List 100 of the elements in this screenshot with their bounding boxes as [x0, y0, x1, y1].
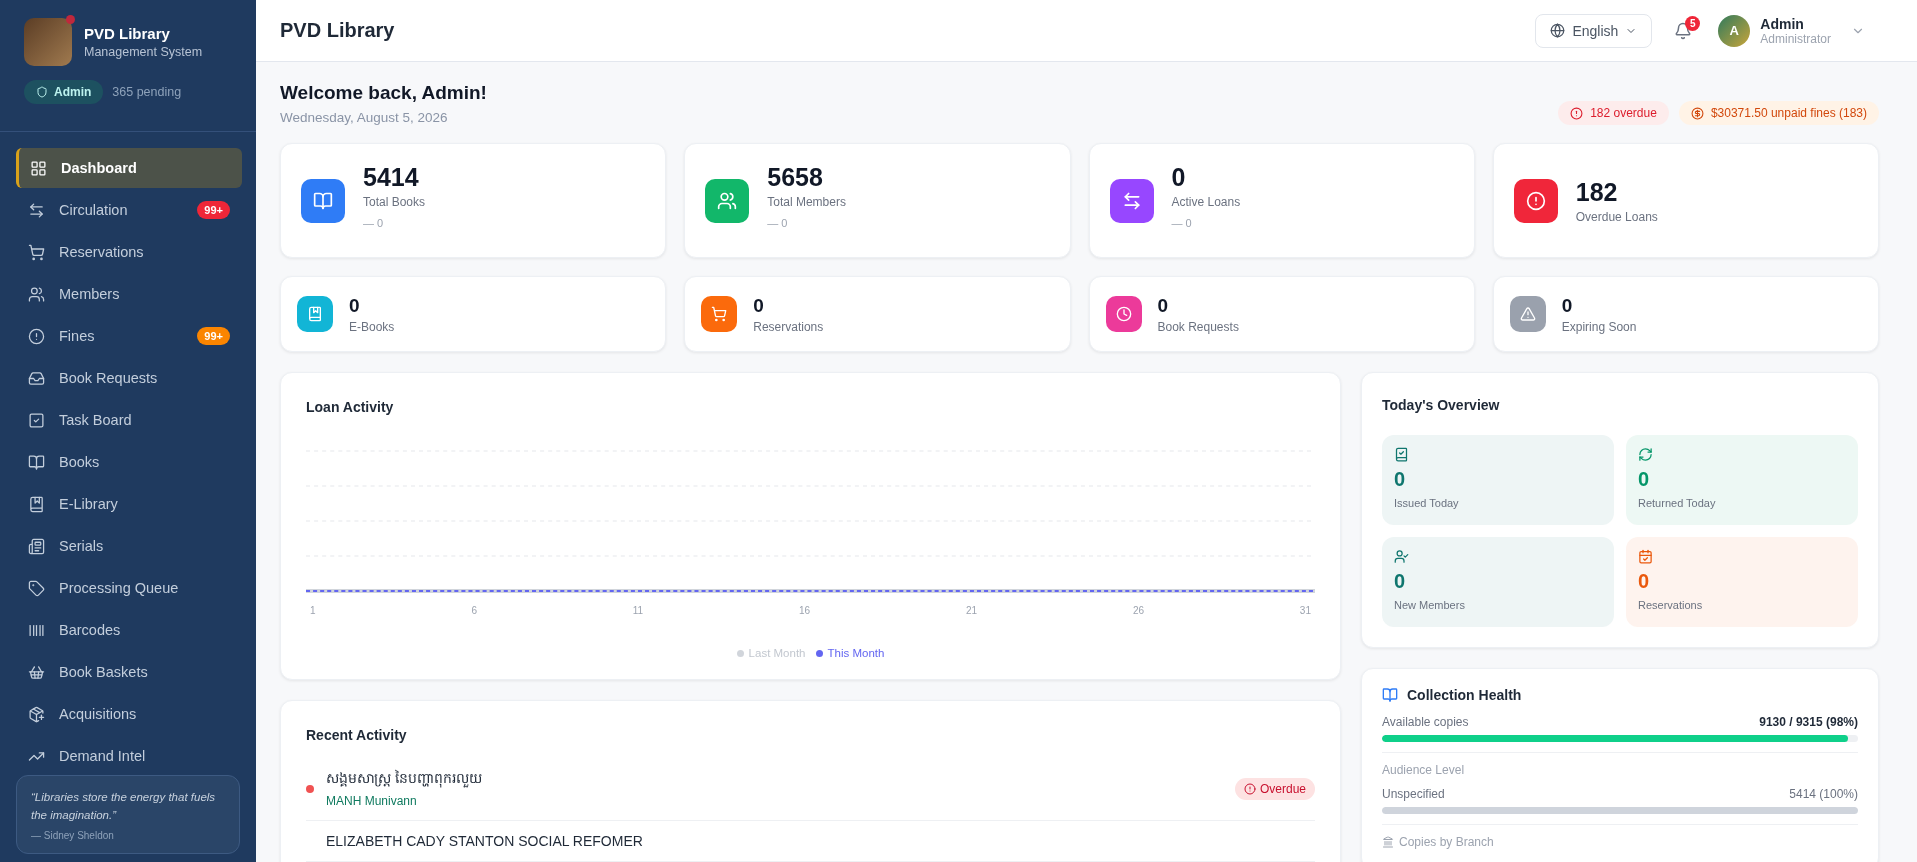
newspaper-icon [28, 537, 45, 555]
stat-label: Book Requests [1157, 319, 1239, 334]
nav-label: Dashboard [61, 160, 138, 176]
card-title: Collection Health [1407, 687, 1522, 703]
bar-label: Available copies [1382, 715, 1469, 729]
cart-icon [28, 243, 45, 261]
users-icon [717, 190, 738, 211]
user-role: Administrator [1760, 31, 1831, 46]
card-title: Recent Activity [306, 727, 408, 743]
nav-item[interactable]: Barcodes [16, 610, 242, 650]
axis-label: 11 [632, 605, 644, 616]
card-title: Today's Overview [1382, 397, 1501, 413]
stat-label: Total Books [363, 194, 426, 209]
tile-value: 0 [1394, 468, 1407, 491]
nav-label: Circulation [59, 202, 129, 218]
stat-value: 0 [1171, 162, 1187, 192]
stat-value: 182 [1575, 177, 1619, 207]
nav-item[interactable]: Demand Intel [16, 736, 242, 767]
nav-label: Fines [59, 328, 96, 344]
clock-icon [1115, 306, 1132, 322]
user-check-icon [1394, 549, 1409, 564]
bookmark-book-icon [28, 495, 45, 513]
nav-item[interactable]: Book Baskets [16, 652, 242, 692]
dollar-icon [1690, 106, 1704, 120]
cart-icon [711, 306, 728, 322]
axis-label: 21 [965, 605, 978, 616]
stat-trend: — 0 [1171, 216, 1193, 229]
stat-value: 5658 [767, 162, 824, 192]
basket-icon [28, 663, 45, 681]
language-selector[interactable]: English [1535, 13, 1653, 48]
nav-label: Barcodes [59, 622, 122, 638]
refresh-icon [1638, 447, 1653, 462]
bar-reading: 9130 / 9315 (98%) [1759, 715, 1858, 729]
nav-item[interactable]: E-Library [16, 484, 242, 524]
nav-label: Acquisitions [59, 706, 138, 722]
count-badge: 99+ [197, 327, 230, 345]
alert-icon [1570, 106, 1584, 120]
nav-item[interactable]: Processing Queue [16, 568, 242, 608]
bank-icon [1382, 836, 1394, 848]
nav-item[interactable]: Dashboard [16, 148, 242, 188]
tile-value: 0 [1638, 570, 1651, 593]
nav-label: E-Library [59, 496, 119, 512]
avatar: A [1718, 14, 1751, 47]
stat-value: 0 [349, 294, 361, 317]
user-menu[interactable]: A Admin Administrator [1718, 14, 1865, 47]
user-name: Admin [1760, 15, 1805, 32]
globe-icon [1550, 23, 1566, 38]
stat-value: 0 [1157, 294, 1170, 317]
users-icon [28, 285, 45, 303]
tile-value: 0 [1638, 468, 1651, 491]
shield-icon [36, 86, 48, 98]
nav-label: Book Requests [59, 370, 159, 386]
nav-item[interactable]: Books [16, 442, 242, 482]
date-text: Wednesday, August 5, 2026 [280, 110, 449, 125]
brand-subtitle: Management System [84, 45, 203, 59]
grid-icon [30, 159, 47, 177]
nav-item[interactable]: Serials [16, 526, 242, 566]
tile-label: Reservations [1638, 599, 1704, 611]
book-icon [28, 453, 45, 471]
nav-item[interactable]: Circulation 99+ [16, 190, 242, 230]
nav-item[interactable]: Task Board [16, 400, 242, 440]
page-title: PVD Library [280, 19, 396, 42]
member-name: MANH Munivann [326, 794, 418, 808]
stat-value: 0 [753, 294, 765, 317]
section-label: Copies by Branch [1399, 835, 1494, 849]
axis-label: 6 [471, 605, 477, 616]
nav-label: Serials [59, 538, 105, 554]
notifications-button[interactable]: 5 [1668, 15, 1699, 46]
checkbox-icon [28, 411, 45, 429]
tile-label: Issued Today [1394, 497, 1460, 509]
stat-label: Reservations [753, 319, 824, 334]
stat-trend: — 0 [767, 216, 789, 229]
bar-reading: 5414 (100%) [1789, 787, 1858, 801]
package-icon [28, 705, 45, 723]
stat-label: Expiring Soon [1561, 319, 1637, 334]
nav-item[interactable]: Members [16, 274, 242, 314]
nav-label: Members [59, 286, 121, 302]
arrows-icon [28, 201, 45, 219]
nav-label: Books [59, 454, 101, 470]
axis-label: 31 [1299, 605, 1311, 616]
stat-label: Active Loans [1171, 194, 1241, 209]
legend-label: This Month [827, 647, 885, 659]
stat-label: E-Books [349, 319, 395, 334]
nav-item[interactable]: Reservations [16, 232, 242, 272]
brand-title: PVD Library [84, 25, 171, 42]
alert-pill: $30371.50 unpaid fines (183) [1678, 101, 1879, 125]
nav-item[interactable]: Book Requests [16, 358, 242, 398]
inbox-icon [28, 369, 45, 387]
stat-label: Total Members [767, 194, 846, 209]
nav-item[interactable]: Acquisitions [16, 694, 242, 734]
nav-label: Processing Queue [59, 580, 180, 596]
card-title: Loan Activity [306, 399, 395, 415]
axis-label: 16 [799, 605, 811, 616]
welcome-heading: Welcome back, Admin! [280, 82, 487, 104]
quote-text: “Libraries store the energy that fuels the imagination.” [31, 790, 217, 823]
count-badge: 99+ [197, 201, 230, 219]
pending-count: 365 pending [112, 85, 182, 99]
notification-count: 5 [1685, 15, 1701, 31]
stat-value: 5414 [363, 162, 420, 192]
nav-item[interactable]: Fines 99+ [16, 316, 242, 356]
